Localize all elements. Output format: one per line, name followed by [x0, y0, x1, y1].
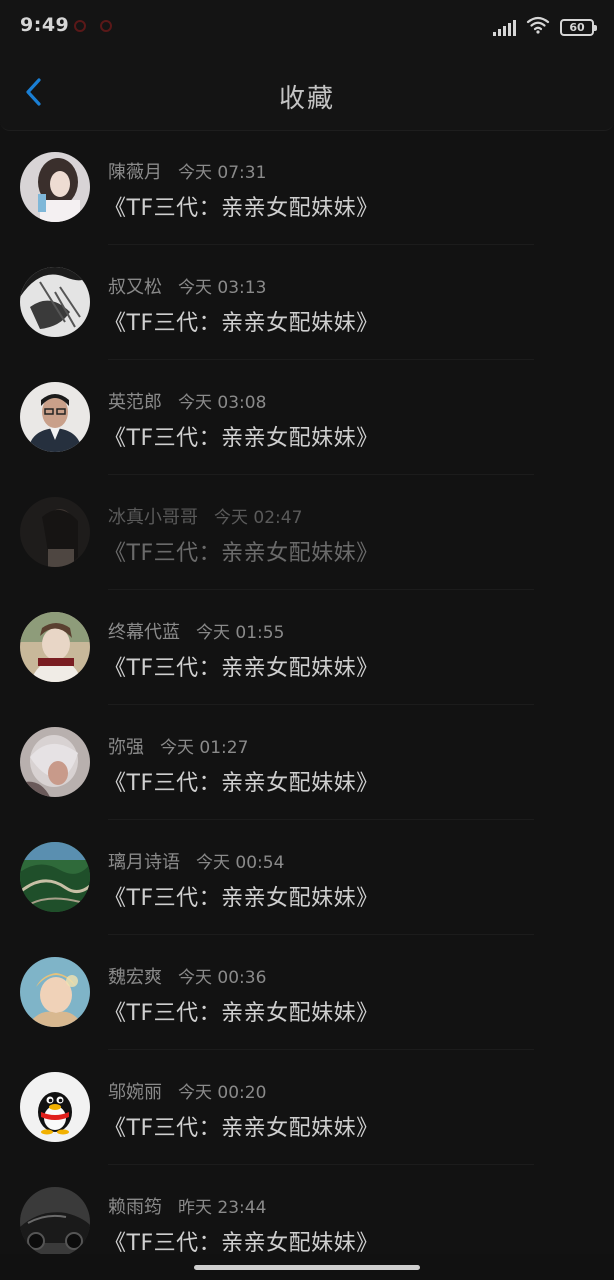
- item-title[interactable]: 《TF三代：亲亲女配妹妹》: [104, 190, 379, 222]
- item-meta: 陳薇月 今天 07:31: [108, 158, 266, 184]
- avatar[interactable]: [20, 267, 90, 337]
- item-time: 今天 01:55: [196, 623, 285, 643]
- item-time: 今天 00:54: [196, 853, 285, 873]
- avatar[interactable]: [20, 382, 90, 452]
- item-name: 英范郎: [108, 392, 162, 413]
- list-item[interactable]: 魏宏爽 今天 00:36 《TF三代：亲亲女配妹妹》: [0, 935, 614, 1050]
- item-meta: 叔又松 今天 03:13: [108, 273, 266, 299]
- item-time: 今天 00:36: [178, 968, 267, 988]
- status-icons: 60: [493, 16, 597, 38]
- item-name: 弥强: [108, 737, 144, 758]
- item-time: 昨天 23:44: [178, 1198, 267, 1218]
- avatar[interactable]: [20, 1187, 90, 1257]
- item-title[interactable]: 《TF三代：亲亲女配妹妹》: [104, 535, 379, 567]
- notification-icon: [98, 18, 114, 34]
- favorites-list: 陳薇月 今天 07:31 《TF三代：亲亲女配妹妹》 叔又松 今天 03:13 《T…: [0, 130, 614, 1280]
- item-time: 今天 01:27: [160, 738, 249, 758]
- avatar[interactable]: [20, 612, 90, 682]
- item-title[interactable]: 《TF三代：亲亲女配妹妹》: [104, 995, 379, 1027]
- item-title[interactable]: 《TF三代：亲亲女配妹妹》: [104, 765, 379, 797]
- item-name: 魏宏爽: [108, 967, 162, 988]
- item-title[interactable]: 《TF三代：亲亲女配妹妹》: [104, 420, 379, 452]
- avatar[interactable]: [20, 152, 90, 222]
- item-time: 今天 00:20: [178, 1083, 267, 1103]
- avatar[interactable]: [20, 497, 90, 567]
- list-item[interactable]: 终幕代蓝 今天 01:55 《TF三代：亲亲女配妹妹》: [0, 590, 614, 705]
- page-title: 收藏: [278, 84, 335, 114]
- item-meta: 英范郎 今天 03:08: [108, 388, 266, 414]
- list-item[interactable]: 叔又松 今天 03:13 《TF三代：亲亲女配妹妹》: [0, 245, 614, 360]
- item-name: 邬婉丽: [108, 1082, 162, 1103]
- list-item[interactable]: 英范郎 今天 03:08 《TF三代：亲亲女配妹妹》: [0, 360, 614, 475]
- item-meta: 魏宏爽 今天 00:36: [108, 963, 266, 989]
- avatar[interactable]: [20, 842, 90, 912]
- item-meta: 冰真小哥哥 今天 02:47: [108, 503, 302, 529]
- notification-icon: [72, 18, 88, 34]
- list-item[interactable]: 陳薇月 今天 07:31 《TF三代：亲亲女配妹妹》: [0, 130, 614, 245]
- item-title[interactable]: 《TF三代：亲亲女配妹妹》: [104, 1110, 379, 1142]
- item-meta: 终幕代蓝 今天 01:55: [108, 618, 284, 644]
- item-name: 璃月诗语: [108, 852, 180, 873]
- avatar[interactable]: [20, 727, 90, 797]
- header: 收藏: [0, 54, 614, 131]
- item-time: 今天 03:13: [178, 278, 267, 298]
- status-time: 9:49: [20, 14, 70, 36]
- item-title[interactable]: 《TF三代：亲亲女配妹妹》: [104, 305, 379, 337]
- list-item[interactable]: 邬婉丽 今天 00:20 《TF三代：亲亲女配妹妹》: [0, 1050, 614, 1165]
- item-time: 今天 02:47: [214, 508, 303, 528]
- item-title[interactable]: 《TF三代：亲亲女配妹妹》: [104, 880, 379, 912]
- avatar[interactable]: [20, 957, 90, 1027]
- item-meta: 邬婉丽 今天 00:20: [108, 1078, 266, 1104]
- battery-icon: 60: [560, 18, 597, 36]
- status-bar: 9:49 60: [0, 0, 614, 54]
- item-meta: 弥强 今天 01:27: [108, 733, 248, 759]
- avatar[interactable]: [20, 1072, 90, 1142]
- item-name: 冰真小哥哥: [108, 507, 198, 528]
- item-time: 今天 07:31: [178, 163, 267, 183]
- list-item[interactable]: 冰真小哥哥 今天 02:47 《TF三代：亲亲女配妹妹》: [0, 475, 614, 590]
- battery-level: 60: [569, 20, 585, 34]
- signal-icon: [493, 18, 516, 36]
- item-title[interactable]: 《TF三代：亲亲女配妹妹》: [104, 1225, 379, 1257]
- item-name: 终幕代蓝: [108, 622, 180, 643]
- item-time: 今天 03:08: [178, 393, 267, 413]
- item-name: 叔又松: [108, 277, 162, 298]
- item-meta: 璃月诗语 今天 00:54: [108, 848, 284, 874]
- item-name: 陳薇月: [108, 162, 162, 183]
- wifi-icon: [526, 16, 550, 38]
- list-item[interactable]: 璃月诗语 今天 00:54 《TF三代：亲亲女配妹妹》: [0, 820, 614, 935]
- item-title[interactable]: 《TF三代：亲亲女配妹妹》: [104, 650, 379, 682]
- item-meta: 赖雨筠 昨天 23:44: [108, 1193, 266, 1219]
- list-item[interactable]: 弥强 今天 01:27 《TF三代：亲亲女配妹妹》: [0, 705, 614, 820]
- home-indicator[interactable]: [194, 1265, 420, 1270]
- item-name: 赖雨筠: [108, 1197, 162, 1218]
- nav-bar: [0, 1254, 614, 1280]
